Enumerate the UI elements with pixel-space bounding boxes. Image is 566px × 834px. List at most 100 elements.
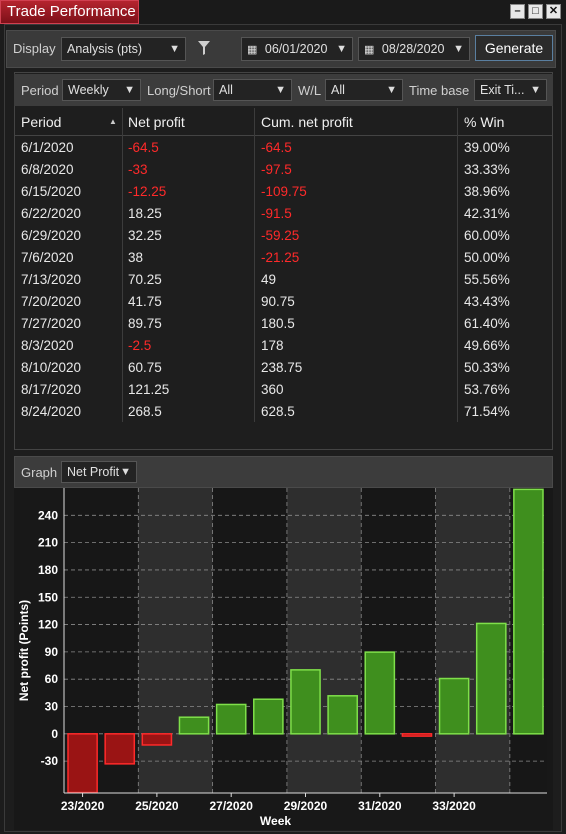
filter-icon[interactable] [197,40,211,56]
table-row[interactable]: 8/3/2020 -2.5 178 49.66% [14,335,553,357]
chart-bar [253,698,284,735]
table-header: Period ▲ Net profit Cum. net profit % Wi… [14,108,553,136]
chevron-down-icon: ▼ [530,84,541,96]
table-row[interactable]: 6/8/2020 -33 -97.5 33.33% [14,159,553,181]
cell-cum-net-profit: -97.5 [261,162,292,177]
cell-cum-net-profit: 628.5 [261,404,295,419]
cell-net-profit: 38 [128,250,144,265]
chart-bar [215,703,247,735]
minimize-icon[interactable]: – [510,4,525,19]
cell-cum-net-profit: -64.5 [261,140,292,155]
chart-bar [513,488,544,735]
table-row[interactable]: 7/13/2020 70.25 49 55.56% [14,269,553,291]
cell-cum-net-profit: 360 [261,382,284,397]
cell-win-pct: 49.66% [464,338,510,353]
cell-win-pct: 55.56% [464,272,510,287]
end-date-picker[interactable]: ▦ 08/28/2020 ▼ [358,37,470,61]
column-header-cum-net-profit[interactable]: Cum. net profit [261,114,353,130]
week-band [138,488,213,793]
x-tick-label: 25/2020 [135,799,179,813]
close-icon[interactable]: ✕ [546,4,561,19]
cell-net-profit: 60.75 [128,360,162,375]
graph-metric-dropdown[interactable]: Net Profit ▼ [61,461,137,483]
end-date-value: 08/28/2020 [381,42,445,56]
chevron-down-icon: ▼ [453,43,464,55]
timebase-value: Exit Ti... [480,83,525,97]
wl-dropdown[interactable]: All ▼ [325,79,403,101]
table-row[interactable]: 7/20/2020 41.75 90.75 43.43% [14,291,553,313]
table-row[interactable]: 8/17/2020 121.25 360 53.76% [14,379,553,401]
cell-cum-net-profit: 180.5 [261,316,295,331]
cell-win-pct: 42.31% [464,206,510,221]
timebase-dropdown[interactable]: Exit Ti... ▼ [474,79,547,101]
display-dropdown[interactable]: Analysis (pts) ▼ [61,37,186,61]
cell-net-profit: 32.25 [128,228,162,243]
table-row[interactable]: 6/15/2020 -12.25 -109.75 38.96% [14,181,553,203]
cell-period: 6/1/2020 [21,140,74,155]
cell-win-pct: 50.33% [464,360,510,375]
x-tick-label: 27/2020 [209,799,253,813]
y-tick-label: 30 [45,700,59,714]
column-header-period[interactable]: Period [21,114,61,130]
cell-period: 6/22/2020 [21,206,82,221]
table-row[interactable]: 7/27/2020 89.75 180.5 61.40% [14,313,553,335]
cell-period: 8/17/2020 [21,382,82,397]
cell-period: 6/8/2020 [21,162,74,177]
chart-bar [327,695,358,735]
period-dropdown[interactable]: Weekly ▼ [62,79,141,101]
cell-cum-net-profit: 90.75 [261,294,295,309]
chart-bar [178,716,210,735]
column-header-net-profit[interactable]: Net profit [128,114,185,130]
table-row[interactable]: 6/29/2020 32.25 -59.25 60.00% [14,225,553,247]
cell-win-pct: 38.96% [464,184,510,199]
chevron-down-icon: ▼ [120,466,131,478]
x-tick-label: 31/2020 [358,799,402,813]
maximize-icon[interactable]: □ [528,4,543,19]
table-row[interactable]: 6/22/2020 18.25 -91.5 42.31% [14,203,553,225]
chevron-down-icon: ▼ [169,43,180,55]
cell-net-profit: -33 [128,162,148,177]
y-tick-label: -30 [41,754,59,768]
cell-win-pct: 60.00% [464,228,510,243]
cell-win-pct: 61.40% [464,316,510,331]
cell-cum-net-profit: -21.25 [261,250,300,265]
cell-cum-net-profit: 49 [261,272,277,287]
start-date-picker[interactable]: ▦ 06/01/2020 ▼ [241,37,353,61]
table-row[interactable]: 8/24/2020 268.5 628.5 71.54% [14,401,553,423]
timebase-label: Time base [409,83,470,98]
cell-period: 7/13/2020 [21,272,82,287]
cell-net-profit: -64.5 [128,140,159,155]
longshort-dropdown[interactable]: All ▼ [213,79,292,101]
cell-period: 7/27/2020 [21,316,82,331]
chart-bar [290,669,321,735]
column-header-win-pct[interactable]: % Win [464,114,504,130]
x-tick-label: 23/2020 [61,799,105,813]
longshort-label: Long/Short [147,83,211,98]
cell-period: 7/6/2020 [21,250,74,265]
cell-period: 6/29/2020 [21,228,82,243]
chevron-down-icon: ▼ [386,84,397,96]
generate-button[interactable]: Generate [475,35,553,61]
graph-metric-value: Net Profit [67,465,120,479]
cell-net-profit: -12.25 [128,184,167,199]
chart-bar [475,622,507,735]
start-date-value: 06/01/2020 [264,42,328,56]
table-row[interactable]: 7/6/2020 38 -21.25 50.00% [14,247,553,269]
chevron-down-icon: ▼ [336,43,347,55]
table-row[interactable]: 8/10/2020 60.75 238.75 50.33% [14,357,553,379]
chevron-down-icon: ▼ [275,84,286,96]
y-tick-label: 120 [38,618,58,632]
cell-net-profit: 18.25 [128,206,162,221]
cell-win-pct: 43.43% [464,294,510,309]
chart-bar [401,733,433,737]
cell-cum-net-profit: -91.5 [261,206,292,221]
week-band [286,488,362,793]
y-tick-label: 60 [45,672,59,686]
cell-win-pct: 50.00% [464,250,510,265]
sort-ascending-icon: ▲ [109,117,117,126]
cell-period: 8/10/2020 [21,360,82,375]
cell-net-profit: 268.5 [128,404,162,419]
cell-win-pct: 71.54% [464,404,510,419]
calendar-icon: ▦ [247,44,258,56]
table-row[interactable]: 6/1/2020 -64.5 -64.5 39.00% [14,137,553,159]
